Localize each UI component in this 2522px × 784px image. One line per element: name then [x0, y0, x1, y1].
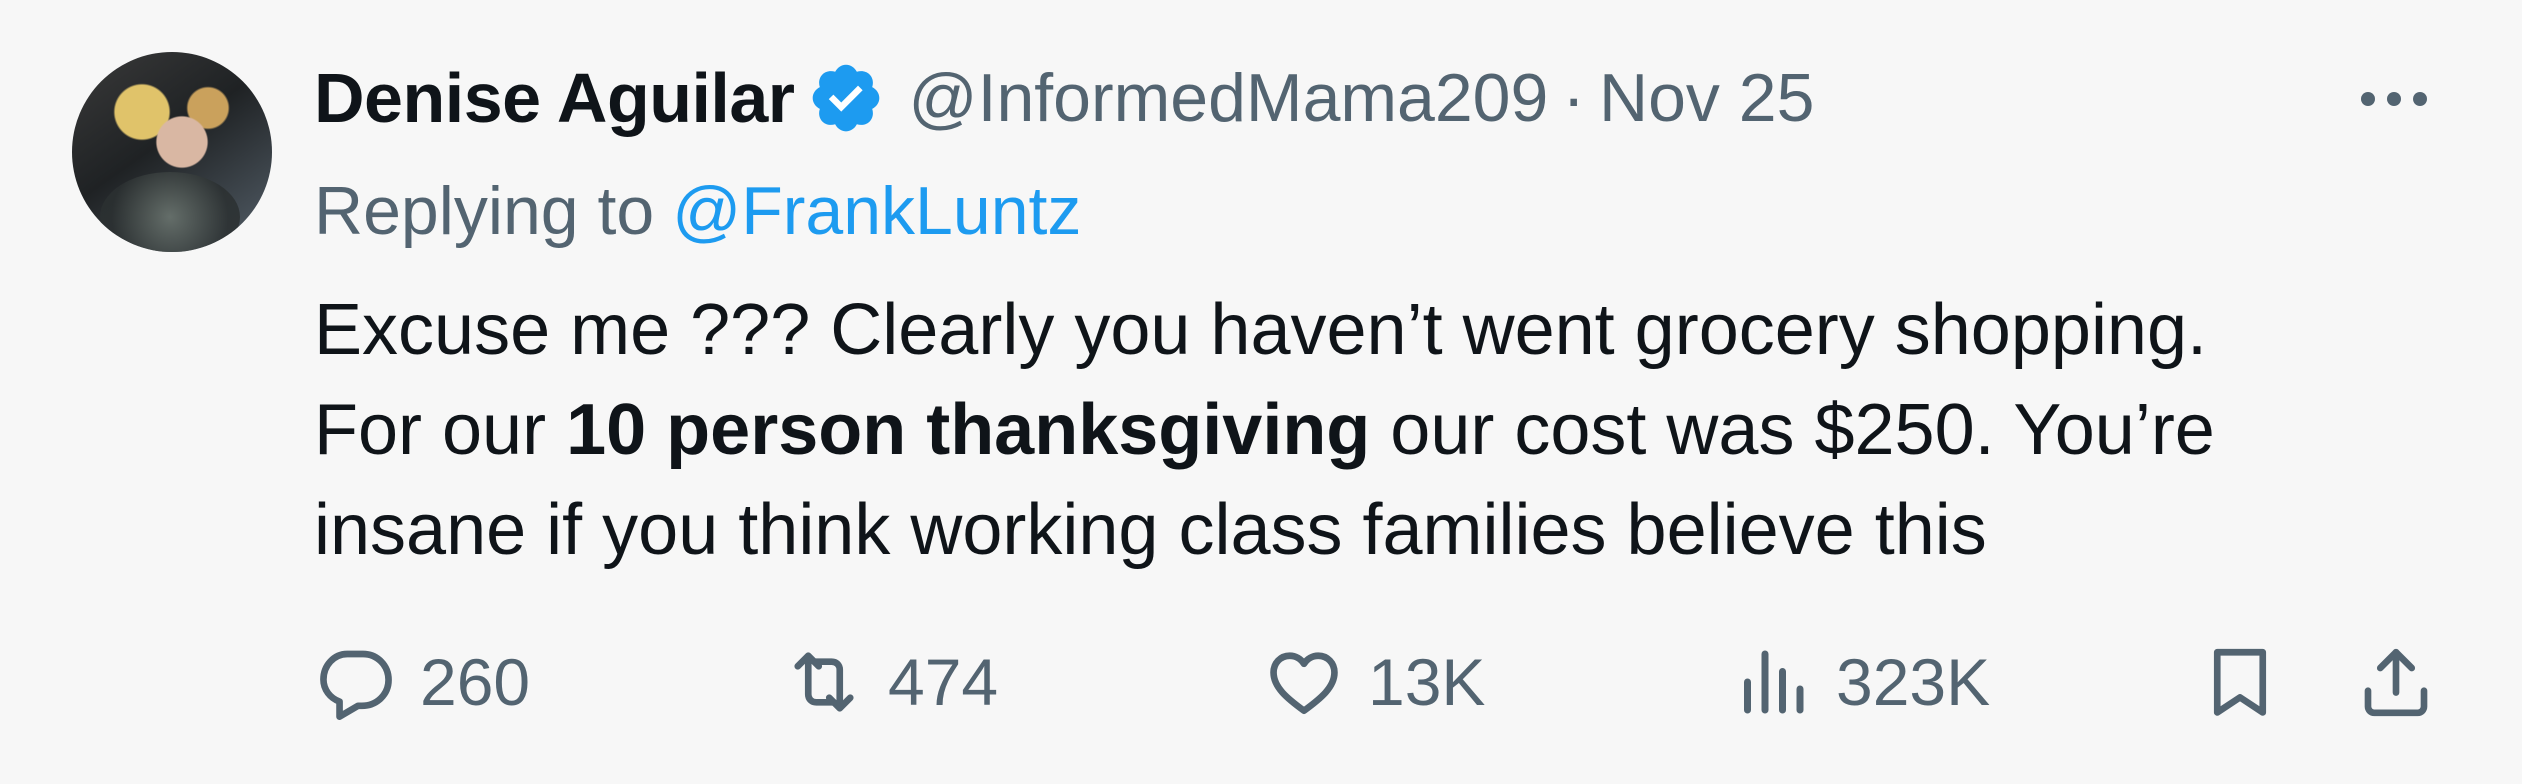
bookmark-button[interactable]	[2198, 622, 2282, 742]
tweet-text-plain: our cost was $250. You’re	[1370, 390, 2215, 470]
bar-chart-icon	[1744, 650, 1804, 714]
tweet-text-bold: 10 person thanksgiving	[566, 390, 1371, 470]
tweet-text: Excuse me ??? Clearly you haven’t went g…	[314, 280, 2434, 580]
retweet-icon	[794, 652, 854, 712]
reply-button[interactable]: 260	[314, 622, 530, 742]
verified-badge-icon	[812, 64, 879, 132]
more-horizontal-icon[interactable]	[2354, 74, 2434, 124]
tweet-text-line-1: Excuse me ??? Clearly you haven’t went g…	[314, 290, 2208, 370]
bookmark-icon	[2213, 648, 2267, 716]
avatar[interactable]	[72, 52, 272, 252]
author-handle[interactable]: @InformedMama209	[909, 59, 1549, 137]
retweet-button[interactable]: 474	[782, 622, 998, 742]
like-button[interactable]: 13K	[1262, 622, 1485, 742]
reply-count: 260	[420, 645, 531, 719]
author-name[interactable]: Denise Aguilar	[314, 58, 795, 138]
share-upload-icon	[2364, 648, 2428, 717]
header-separator: ·	[1562, 60, 1585, 136]
tweet-text-line-3: insane if you think working class famili…	[314, 490, 1987, 570]
tweet-text-line-2: For our 10 person thanksgiving our cost …	[314, 380, 2434, 480]
retweet-count: 474	[888, 645, 999, 719]
replying-prefix: Replying to	[314, 173, 655, 249]
tweet-header: Denise Aguilar @InformedMama209 · Nov 25	[314, 58, 1814, 138]
reply-bubble-icon	[320, 650, 392, 720]
tweet-timestamp[interactable]: Nov 25	[1599, 59, 1814, 137]
reply-target-link[interactable]: @FrankLuntz	[672, 173, 1081, 249]
views-button[interactable]: 323K	[1730, 622, 1990, 742]
action-bar: 260 474 13K 323K	[314, 622, 2514, 742]
like-count: 13K	[1368, 645, 1486, 719]
tweet-text-plain: For our	[314, 390, 567, 470]
view-count: 323K	[1836, 645, 1991, 719]
heart-icon	[1270, 652, 1338, 715]
replying-to-line: Replying to @FrankLuntz	[314, 172, 1081, 250]
share-button[interactable]	[2354, 622, 2438, 742]
tweet-card[interactable]: Denise Aguilar @InformedMama209 · Nov 25…	[0, 0, 2522, 784]
